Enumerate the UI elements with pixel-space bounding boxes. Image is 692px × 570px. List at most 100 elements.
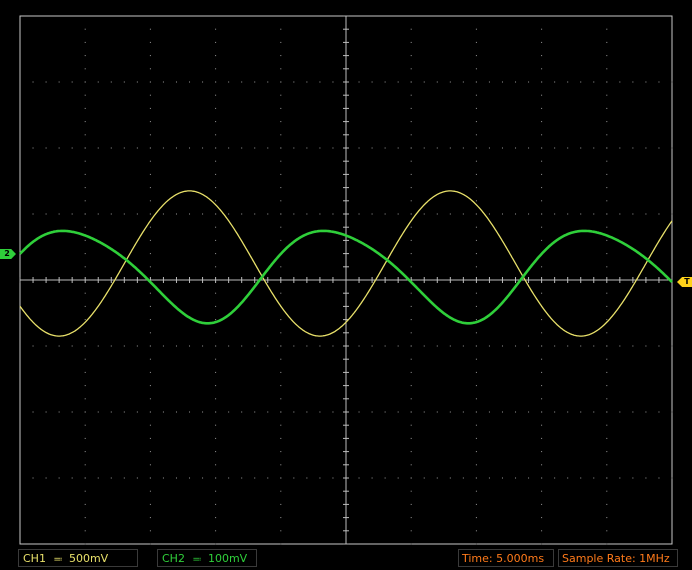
grid-dot [541, 437, 543, 439]
grid-dot [410, 319, 412, 321]
grid-dot [97, 411, 99, 413]
grid-dot [410, 543, 412, 545]
grid-dot [358, 345, 360, 347]
grid-dot [267, 477, 269, 479]
grid-dot [280, 319, 282, 321]
grid-dot [84, 543, 86, 545]
grid-dot [488, 213, 490, 215]
grid-dot [149, 134, 151, 136]
grid-dot [189, 81, 191, 83]
grid-dot [606, 371, 608, 373]
grid-dot [280, 477, 282, 479]
grid-dot [515, 147, 517, 149]
grid-dot [162, 147, 164, 149]
grid-dot [202, 345, 204, 347]
grid-dot [436, 345, 438, 347]
timebase-readout[interactable]: Time: 5.000ms [458, 549, 554, 567]
grid-dot [671, 81, 673, 83]
grid-dot [541, 517, 543, 519]
grid-dot [175, 477, 177, 479]
sample-rate-readout[interactable]: Sample Rate: 1MHz [558, 549, 678, 567]
ch1-scale-value: 500mV [68, 552, 109, 565]
grid-dot [645, 477, 647, 479]
grid-dot [475, 28, 477, 30]
grid-dot [280, 371, 282, 373]
grid-dot [84, 385, 86, 387]
grid-dot [606, 437, 608, 439]
grid-dot [671, 345, 673, 347]
grid-dot [410, 253, 412, 255]
grid-dot [84, 226, 86, 228]
grid-dot [228, 477, 230, 479]
grid-dot [541, 134, 543, 136]
grid-dot [136, 147, 138, 149]
grid-dot [149, 147, 151, 149]
grid-dot [606, 94, 608, 96]
grid-dot [215, 464, 217, 466]
grid-dot [149, 41, 151, 43]
grid-dot [215, 424, 217, 426]
grid-dot [515, 411, 517, 413]
grid-dot [410, 160, 412, 162]
grid-dot [45, 147, 47, 149]
grid-dot [541, 107, 543, 109]
ch2-scale-readout[interactable]: CH2 ≕ 100mV [157, 549, 257, 567]
grid-dot [606, 451, 608, 453]
grid-dot [384, 147, 386, 149]
grid-dot [215, 41, 217, 43]
grid-dot [541, 28, 543, 30]
grid-dot [280, 160, 282, 162]
grid-dot [358, 411, 360, 413]
grid-dot [567, 81, 569, 83]
grid-dot [149, 319, 151, 321]
grid-dot [410, 292, 412, 294]
grid-dot [241, 147, 243, 149]
waveform-display[interactable] [0, 0, 692, 546]
grid-dot [475, 411, 477, 413]
grid-dot [475, 239, 477, 241]
grid-dot [280, 385, 282, 387]
grid-dot [215, 28, 217, 30]
grid-dot [541, 530, 543, 532]
grid-dot [658, 411, 660, 413]
grid-dot [84, 41, 86, 43]
grid-dot [71, 345, 73, 347]
ch1-scale-readout[interactable]: CH1 ≕ 500mV [18, 549, 138, 567]
grid-dot [606, 490, 608, 492]
grid-dot [488, 411, 490, 413]
grid-dot [645, 213, 647, 215]
grid-dot [397, 81, 399, 83]
grid-dot [423, 411, 425, 413]
grid-dot [84, 68, 86, 70]
grid-dot [358, 477, 360, 479]
grid-dot [84, 319, 86, 321]
grid-dot [149, 266, 151, 268]
grid-dot [410, 213, 412, 215]
grid-dot [410, 41, 412, 43]
grid-dot [45, 81, 47, 83]
grid-dot [332, 345, 334, 347]
grid-dot [436, 147, 438, 149]
grid-dot [371, 345, 373, 347]
grid-dot [149, 530, 151, 532]
ch2-label: CH2 [162, 552, 185, 565]
grid-dot [541, 543, 543, 545]
grid-dot [71, 81, 73, 83]
grid-dot [554, 213, 556, 215]
grid-dot [541, 213, 543, 215]
grid-dot [606, 28, 608, 30]
grid-dot [488, 81, 490, 83]
ch2-scale-value: 100mV [207, 552, 248, 565]
grid-dot [528, 213, 530, 215]
grid-dot [123, 345, 125, 347]
grid-dot [410, 424, 412, 426]
grid-dot [215, 239, 217, 241]
grid-dot [488, 477, 490, 479]
grid-dot [280, 173, 282, 175]
grid-dot [606, 213, 608, 215]
grid-dot [267, 345, 269, 347]
grid-dot [475, 332, 477, 334]
grid-dot [606, 253, 608, 255]
grid-dot [149, 424, 151, 426]
grid-dot [215, 543, 217, 545]
